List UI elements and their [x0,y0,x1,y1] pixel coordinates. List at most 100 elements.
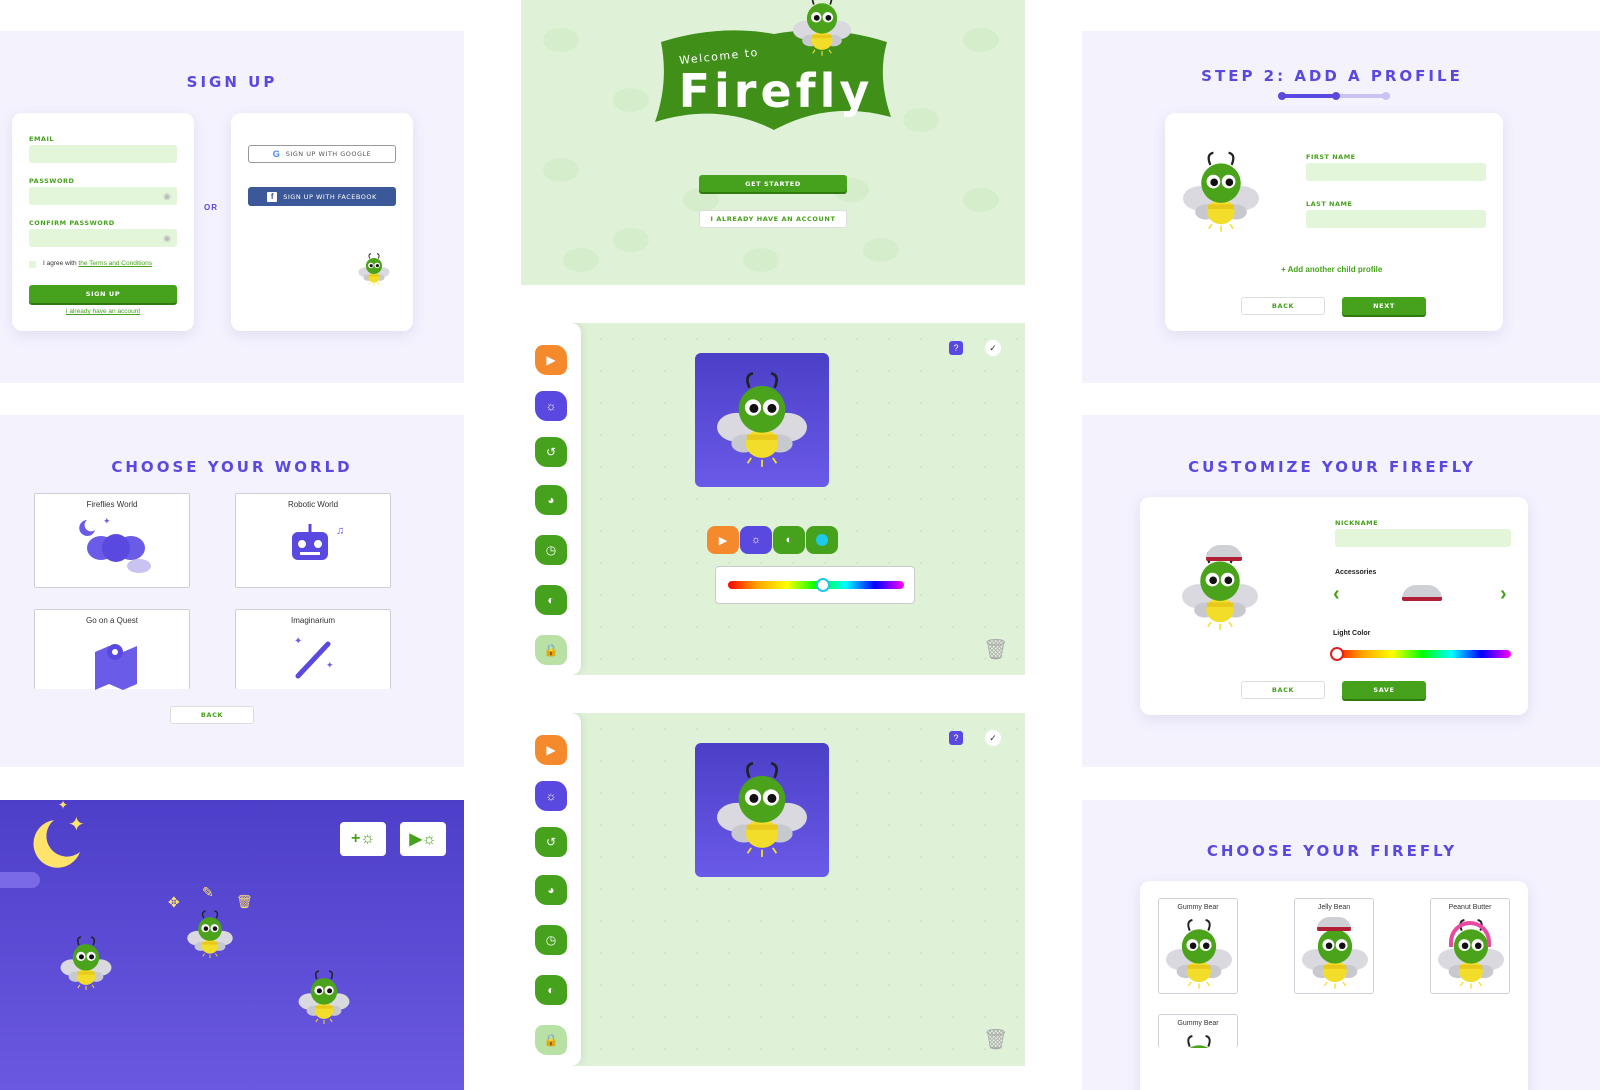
email-field[interactable] [29,145,177,163]
next-button[interactable]: NEXT [1342,297,1426,315]
terms-link[interactable]: the Terms and Conditions [78,260,152,267]
cap-icon [1206,545,1242,561]
robot-icon: ♫ [292,524,344,560]
chevron-right-icon[interactable]: › [1500,583,1507,606]
toggle-block-button[interactable]: ◐ [535,585,567,615]
play-fireflies-button[interactable]: ▶☼ [400,822,446,856]
trash-icon[interactable]: 🗑 [983,1027,1008,1052]
clock-icon: ◷ [545,543,557,557]
play-block-button[interactable]: ▶ [535,345,567,375]
toggle-icon: ◐ [547,983,555,997]
timer-block-button[interactable]: ◷ [535,925,567,955]
world-card-title: Imaginarium [290,616,335,625]
save-button[interactable]: SAVE [1342,681,1426,699]
light-block-button[interactable]: ☼ [535,391,567,421]
play-block-button[interactable]: ▶ [535,735,567,765]
light-color-thumb[interactable] [1330,647,1344,661]
help-book-icon[interactable]: ? [949,731,963,745]
world-card-robotic[interactable]: Robotic World ♫ [235,493,391,588]
eye-icon[interactable]: ◉ [163,233,171,244]
help-book-icon[interactable]: ? [949,341,963,355]
customize-card: NICKNAME Accessories ‹ › Light Color BAC… [1140,497,1528,715]
accessories-label: Accessories [1335,569,1377,576]
add-child-profile-link[interactable]: + Add another child profile [1281,265,1382,274]
hue-slider-thumb[interactable] [816,578,830,592]
world-card-imaginarium[interactable]: Imaginarium ✦ ✦ [235,609,391,689]
color-block[interactable] [806,526,838,554]
toggle-block[interactable]: ◐ [773,526,805,554]
color-swatch [816,534,828,546]
palette-icon: ◕ [547,883,555,897]
light-color-slider[interactable] [1330,647,1511,661]
firefly-option-card[interactable]: Jelly Bean [1294,898,1374,994]
firefly-option-name: Gummy Bear [1177,1020,1219,1027]
trash-icon[interactable]: 🗑 [983,637,1008,662]
password-label: PASSWORD [29,177,75,185]
move-icon[interactable]: ✥ [168,894,180,911]
chevron-left-icon[interactable]: ‹ [1333,583,1340,606]
facebook-button-label: SIGN UP WITH FACEBOOK [283,192,377,201]
customize-panel: CUSTOMIZE YOUR FIREFLY NICKNAME Accessor… [1082,415,1600,767]
trash-icon[interactable]: 🗑 [236,894,253,910]
have-account-button[interactable]: I ALREADY HAVE AN ACCOUNT [699,210,847,228]
light-color-label: Light Color [1333,630,1371,637]
repeat-block-button[interactable]: ↺ [535,827,567,857]
firefly-sprite[interactable] [298,970,350,1026]
last-name-field[interactable] [1306,210,1486,228]
firefly-sprite[interactable] [60,936,112,992]
hue-slider[interactable] [728,578,904,592]
firefly-glowing-icon [717,371,807,471]
check-icon[interactable]: ✓ [985,340,1001,356]
accessory-cap-preview [1402,585,1442,601]
color-block-button[interactable]: ◕ [535,875,567,905]
get-started-button[interactable]: GET STARTED [699,175,847,192]
facebook-signup-button[interactable]: f SIGN UP WITH FACEBOOK [248,187,396,206]
star-icon: ✦ [58,800,69,812]
cap-icon [1317,917,1351,931]
google-signup-button[interactable]: G SIGN UP WITH GOOGLE [248,145,396,163]
first-name-field[interactable] [1306,163,1486,181]
have-account-link[interactable]: I already have an account [12,308,194,315]
terms-text: I agree with the Terms and Conditions [43,260,152,267]
eye-icon[interactable]: ◉ [163,191,171,202]
back-button[interactable]: BACK [1241,681,1325,699]
timer-block-button[interactable]: ◷ [535,535,567,565]
nickname-label: NICKNAME [1335,519,1379,527]
firefly-sprite-selected[interactable] [184,910,236,960]
cloud [0,872,40,888]
firefly-option-name: Gummy Bear [1177,904,1219,911]
coding-editor-panel-2: ▶ ☼ ↺ ◕ ◷ ◐ 🔒 ? ✓ 🗑 [521,713,1025,1066]
password-field[interactable]: ◉ [29,187,177,205]
firefly-world-icon: ✦ [79,516,151,573]
toggle-block-button[interactable]: ◐ [535,975,567,1005]
firefly-icon [1166,915,1232,995]
signup-button[interactable]: SIGN UP [29,285,177,303]
back-button[interactable]: BACK [170,706,254,724]
play-block[interactable]: ▶ [707,526,739,554]
world-card-fireflies[interactable]: Fireflies World ✦ [34,493,190,588]
star-icon: ✦ [68,814,85,836]
color-block-button[interactable]: ◕ [535,485,567,515]
light-block[interactable]: ☼ [740,526,772,554]
progress-dot [1382,92,1390,100]
light-block-button[interactable]: ☼ [535,781,567,811]
firefly-option-card[interactable]: Peanut Butter [1430,898,1510,994]
add-firefly-button[interactable]: +☼ [340,822,386,856]
terms-checkbox[interactable] [29,261,36,268]
firefly-option-card[interactable]: Gummy Bear [1158,898,1238,994]
locked-block-button[interactable]: 🔒 [535,635,567,665]
repeat-icon: ↺ [545,445,557,459]
code-blocks: ▶ ☼ ◐ [707,526,838,554]
add-child-label: Add another child profile [1287,265,1383,274]
world-card-quest[interactable]: Go on a Quest [34,609,190,690]
repeat-block-button[interactable]: ↺ [535,437,567,467]
edit-pencil-icon[interactable]: ✎ [202,884,214,901]
terms-prefix: I agree with [43,260,79,267]
check-icon[interactable]: ✓ [985,730,1001,746]
locked-block-button[interactable]: 🔒 [535,1025,567,1055]
nickname-field[interactable] [1335,529,1511,547]
back-button[interactable]: BACK [1241,297,1325,315]
firefly-option-card[interactable]: Gummy Bear [1158,1014,1238,1048]
confirm-password-field[interactable]: ◉ [29,229,177,247]
social-signup-card: G SIGN UP WITH GOOGLE f SIGN UP WITH FAC… [231,113,413,331]
